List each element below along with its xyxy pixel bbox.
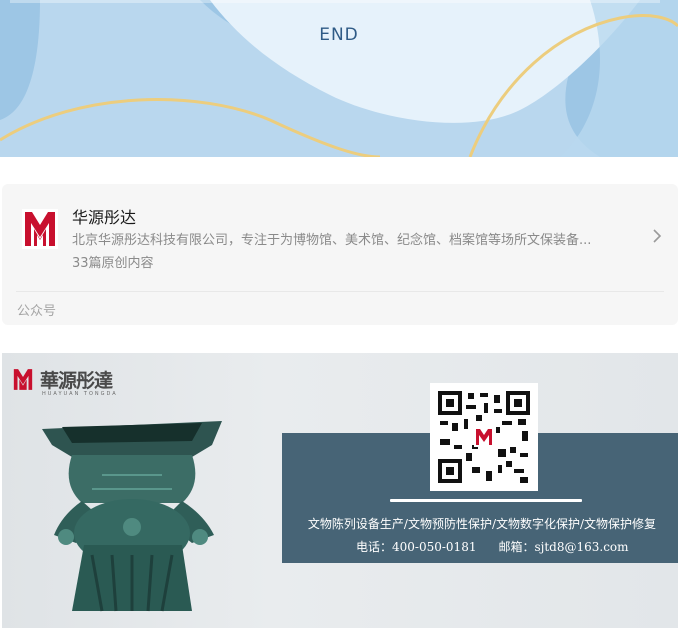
bronze-vessel-image — [42, 421, 222, 612]
chevron-right-icon[interactable] — [650, 228, 664, 244]
banner-background — [0, 0, 678, 157]
services-text: 文物陈列设备生产/文物预防性保护/文物数字化保护/文物保护修复 — [307, 517, 657, 531]
account-name[interactable]: 华源彤达 — [72, 204, 136, 228]
email-text: 邮箱：sjtd8@163.com — [498, 540, 629, 554]
article-count: 33篇原创内容 — [72, 256, 154, 271]
official-account-card[interactable]: 华源彤达 北京华源彤达科技有限公司，专注于为博物馆、美术馆、纪念馆、档案馆等场所… — [2, 184, 678, 325]
huayuan-logo-icon — [13, 369, 33, 390]
company-promo-image: 華源彤達 HUAYUAN TONGDA 文物陈列设备生产/文物预防性保护/文物数… — [2, 353, 678, 628]
card-divider — [16, 291, 664, 292]
phone-text: 电话：400-050-0181 — [356, 540, 477, 554]
end-banner: END — [0, 0, 678, 157]
contact-line: 电话：400-050-0181 邮箱：sjtd8@163.com — [356, 538, 629, 555]
qr-code-icon — [436, 389, 532, 485]
promo-brand-name: 華源彤達 — [40, 370, 113, 392]
account-description: 北京华源彤达科技有限公司，专注于为博物馆、美术馆、纪念馆、档案馆等场所文保装备.… — [72, 233, 592, 248]
promo-brand-subtitle: HUAYUAN TONGDA — [42, 391, 118, 397]
account-type-label: 公众号 — [17, 304, 57, 319]
huayuan-logo-icon — [22, 209, 58, 249]
panel-divider — [390, 499, 582, 502]
end-label: END — [319, 25, 359, 45]
qr-code[interactable] — [430, 383, 538, 491]
